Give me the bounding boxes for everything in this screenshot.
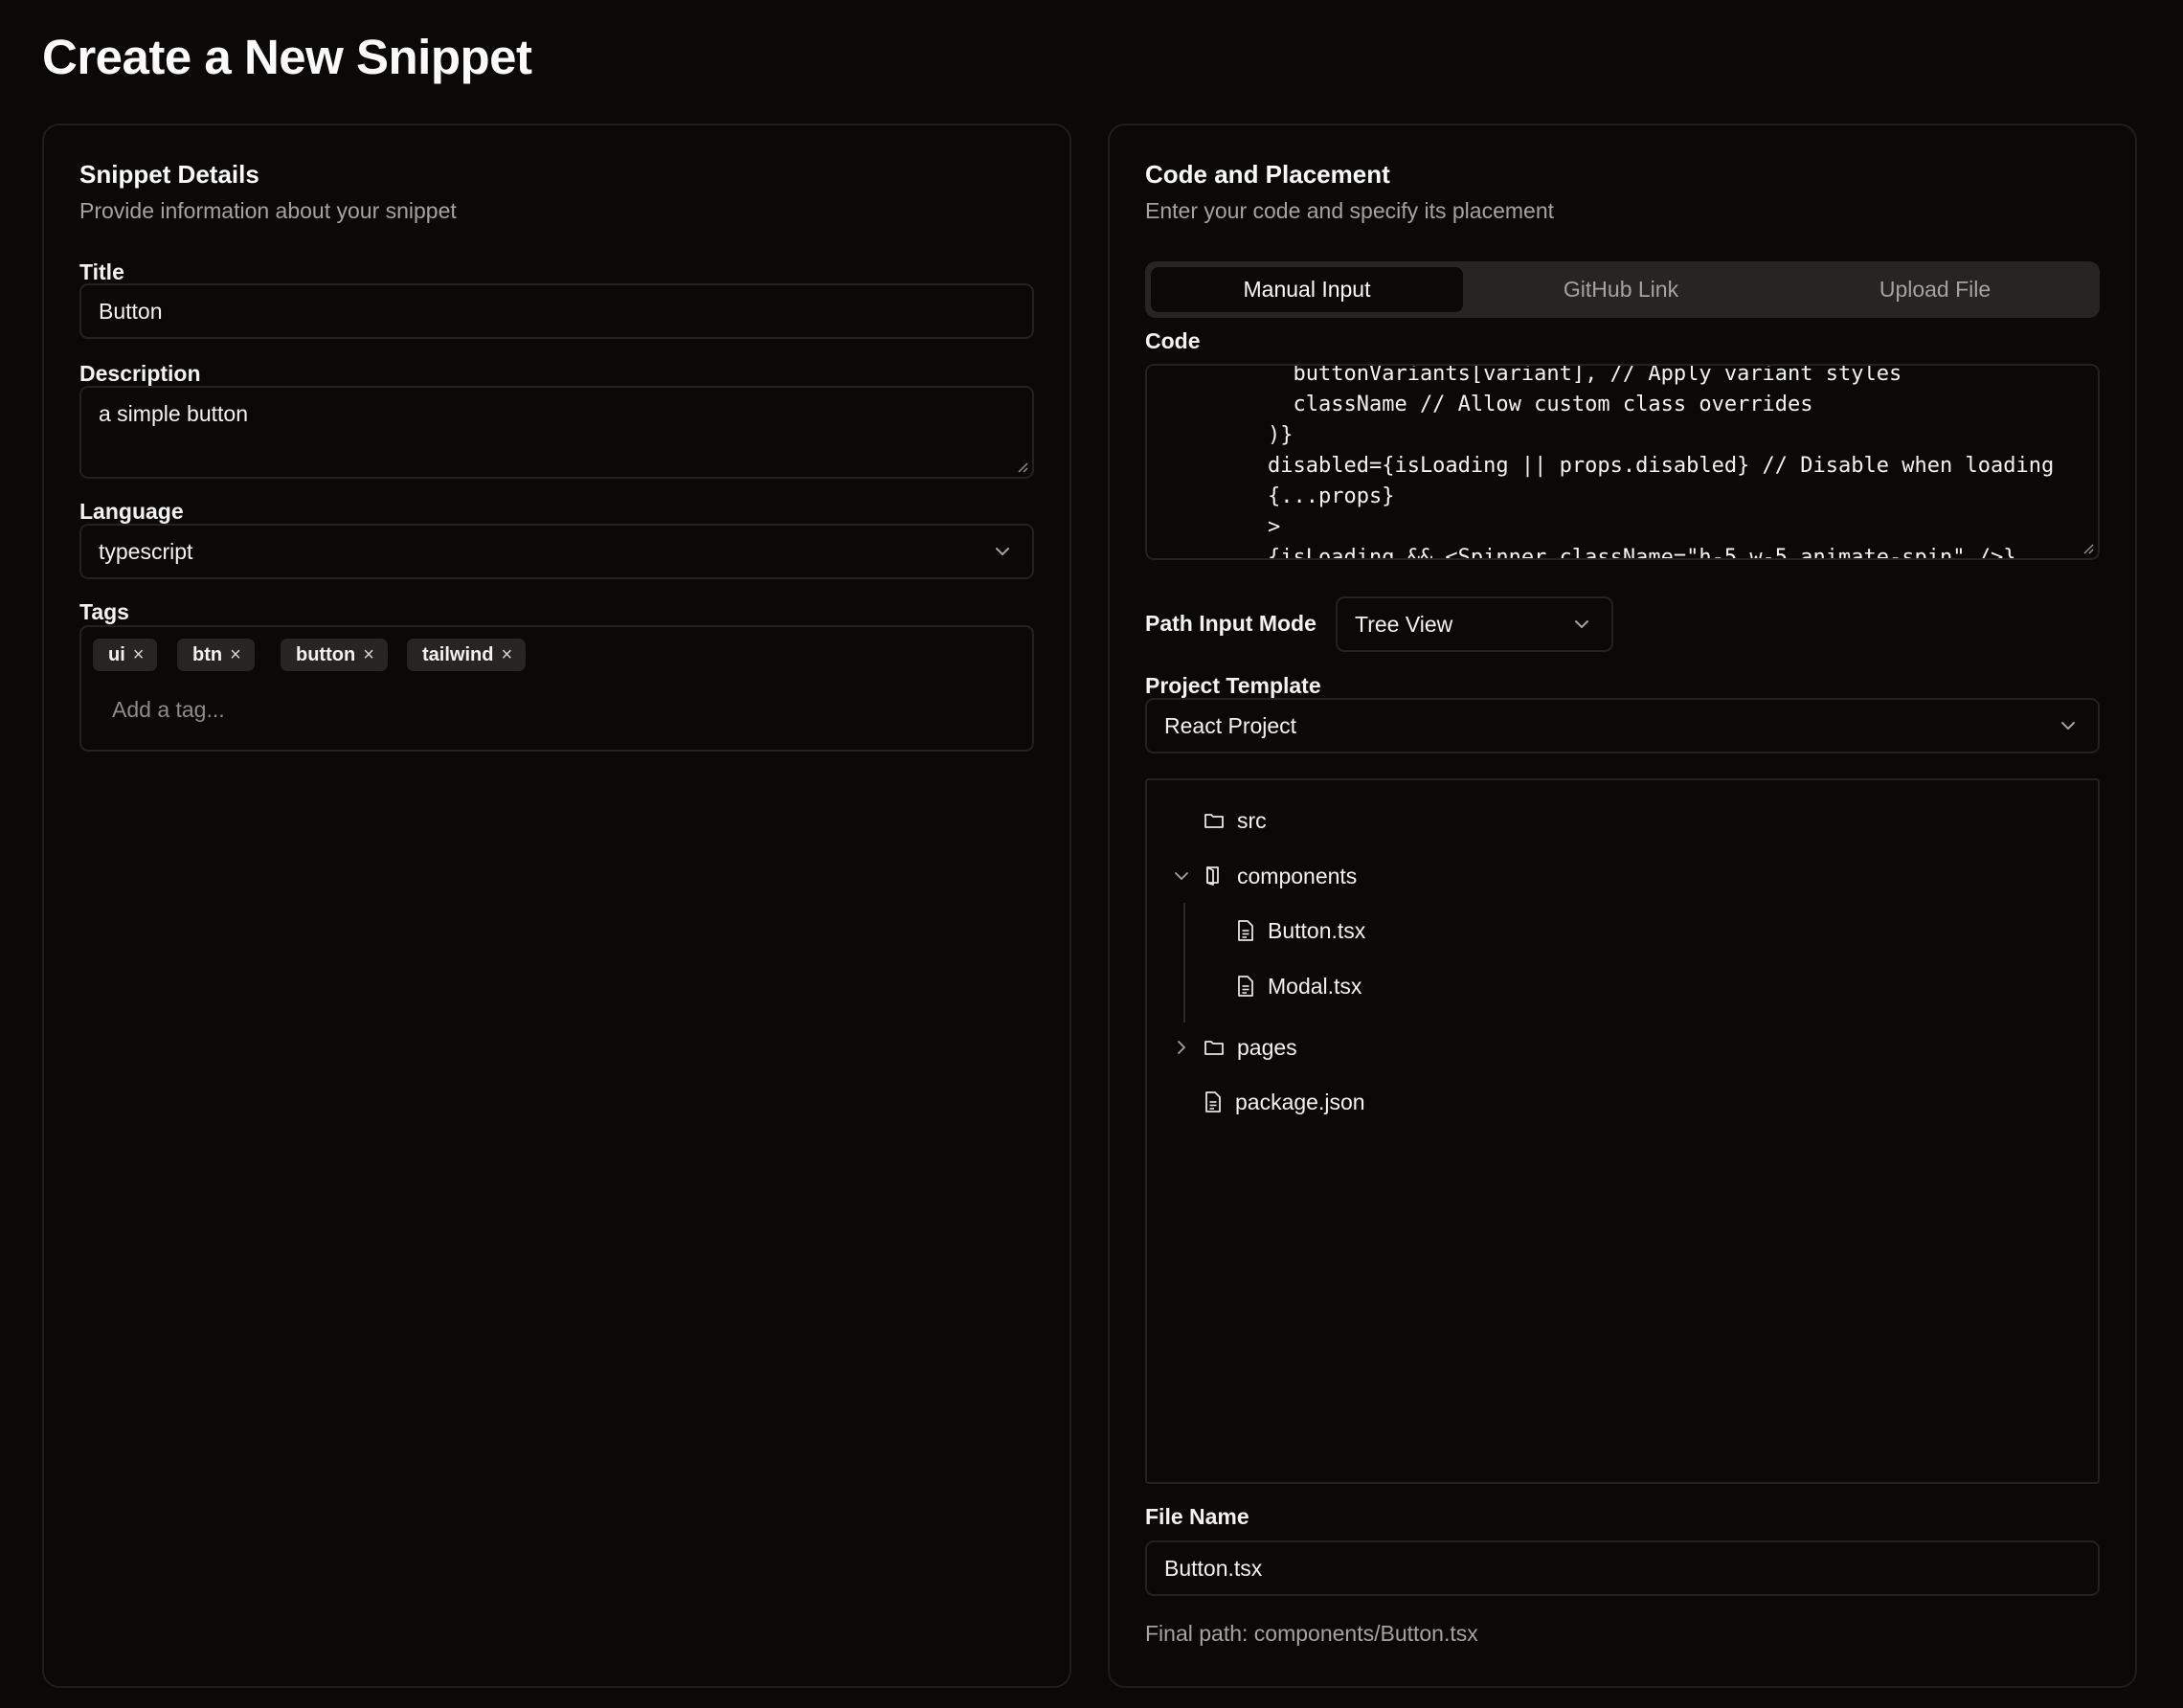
add-tag-input[interactable]: [110, 696, 976, 724]
path-mode-value: Tree View: [1355, 611, 1453, 637]
tree-item-label: Modal.tsx: [1268, 973, 1362, 999]
description-value: a simple button: [99, 401, 248, 426]
language-value: typescript: [99, 538, 193, 564]
tree-item-label: package.json: [1235, 1089, 1365, 1114]
tree-item-modal-file[interactable]: Modal.tsx: [1235, 967, 1362, 1005]
tag-label: ui: [108, 643, 125, 665]
folder-icon: [1204, 814, 1224, 828]
title-label: Title: [79, 259, 124, 284]
file-name-value: Button.tsx: [1164, 1555, 1263, 1581]
path-mode-select[interactable]: Tree View: [1336, 596, 1613, 652]
tag-chip: ui ×: [93, 639, 158, 671]
tree-item-label: src: [1237, 807, 1267, 833]
chevron-down-icon: [2061, 722, 2075, 730]
resize-handle-icon[interactable]: [1017, 461, 1028, 473]
input-method-tabs: Manual Input GitHub Link Upload File: [1145, 261, 2100, 318]
description-textarea[interactable]: a simple button: [79, 386, 1034, 479]
final-path-text: Final path: components/Button.tsx: [1145, 1621, 1478, 1646]
resize-handle-icon[interactable]: [2082, 543, 2094, 554]
code-placement-title: Code and Placement: [1145, 160, 1390, 189]
code-placement-subtitle: Enter your code and specify its placemen…: [1145, 198, 1555, 223]
tab-manual-input[interactable]: Manual Input: [1151, 267, 1463, 312]
remove-tag-icon[interactable]: ×: [363, 644, 374, 666]
description-label: Description: [79, 361, 201, 386]
file-icon: [1238, 920, 1253, 941]
tag-chip: button ×: [281, 639, 388, 671]
file-tree: src components Button.tsx Modal.tsx page…: [1145, 778, 2100, 1484]
folder-open-icon: [1206, 866, 1219, 886]
tree-item-label: Button.tsx: [1268, 917, 1366, 943]
chevron-down-icon: [996, 548, 1009, 555]
tab-upload-file[interactable]: Upload File: [1779, 267, 2091, 312]
tree-item-label: components: [1237, 863, 1358, 888]
tags-label: Tags: [79, 599, 129, 624]
title-input[interactable]: Button: [79, 283, 1034, 339]
tree-guide-line: [1183, 903, 1185, 1023]
snippet-details-card: Snippet Details Provide information abou…: [42, 124, 1071, 1688]
file-icon: [1238, 976, 1253, 997]
chevron-right-icon[interactable]: [1172, 1038, 1191, 1057]
chevron-down-icon[interactable]: [1172, 866, 1191, 886]
chevron-down-icon: [1575, 620, 1588, 628]
path-mode-label: Path Input Mode: [1145, 611, 1317, 636]
tree-item-components[interactable]: components: [1172, 857, 1357, 895]
tag-label: tailwind: [422, 643, 494, 665]
template-label: Project Template: [1145, 673, 1321, 698]
tree-item-label: pages: [1237, 1034, 1297, 1060]
tag-chip: btn ×: [177, 639, 255, 671]
code-editor[interactable]: buttonVariants[variant], // Apply varian…: [1145, 364, 2100, 560]
snippet-details-title: Snippet Details: [79, 160, 259, 189]
file-icon: [1205, 1091, 1221, 1112]
tree-item-pages[interactable]: pages: [1172, 1028, 1297, 1067]
tag-label: btn: [192, 643, 223, 665]
tag-chip: tailwind ×: [407, 639, 527, 671]
title-input-value: Button: [99, 298, 163, 324]
snippet-details-subtitle: Provide information about your snippet: [79, 198, 457, 223]
tag-label: button: [296, 643, 356, 665]
remove-tag-icon[interactable]: ×: [133, 644, 145, 666]
language-label: Language: [79, 499, 184, 524]
file-name-input[interactable]: Button.tsx: [1145, 1540, 2100, 1596]
tags-input-box[interactable]: ui × btn × button × tailwind ×: [79, 625, 1034, 752]
tab-github-link[interactable]: GitHub Link: [1465, 267, 1777, 312]
tree-item-button-file[interactable]: Button.tsx: [1235, 911, 1365, 950]
tree-item-package-json[interactable]: package.json: [1203, 1083, 1365, 1121]
code-placement-card: Code and Placement Enter your code and s…: [1108, 124, 2137, 1688]
template-select[interactable]: React Project: [1145, 698, 2100, 753]
code-content: buttonVariants[variant], // Apply varian…: [1268, 364, 2055, 560]
page-title: Create a New Snippet: [42, 30, 532, 84]
language-select[interactable]: typescript: [79, 524, 1034, 579]
code-label: Code: [1145, 328, 1201, 353]
template-value: React Project: [1164, 712, 1297, 738]
remove-tag-icon[interactable]: ×: [230, 644, 241, 666]
tree-item-src[interactable]: src: [1203, 801, 1267, 840]
file-name-label: File Name: [1145, 1504, 1249, 1529]
folder-icon: [1204, 1041, 1224, 1055]
remove-tag-icon[interactable]: ×: [501, 644, 512, 666]
